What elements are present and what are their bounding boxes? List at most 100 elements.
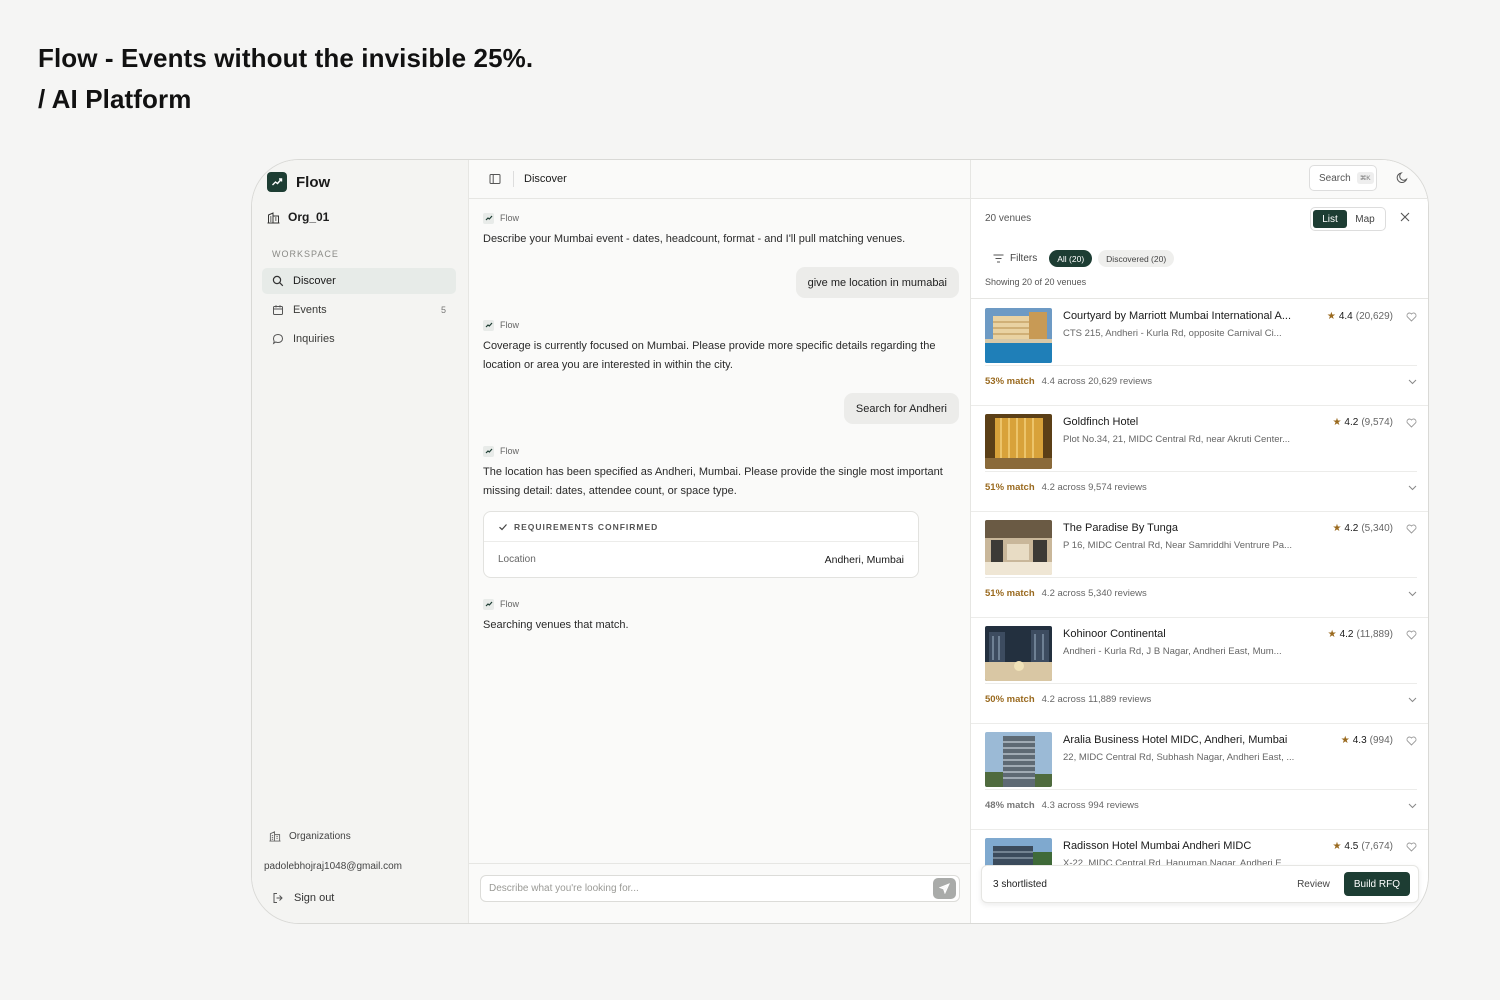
chevron-down-icon[interactable] (1408, 591, 1417, 597)
building-icon (267, 211, 280, 223)
message-text: Describe your Mumbai event - dates, head… (483, 233, 906, 245)
sidebar-item-inquiries[interactable]: Inquiries (262, 326, 456, 352)
user-bubble: Search for Andheri (843, 393, 959, 424)
venue-card[interactable]: Aralia Business Hotel MIDC, Andheri, Mum… (971, 724, 1428, 830)
review-count: (9,574) (1361, 417, 1393, 428)
venue-name: Kohinoor Continental (1063, 628, 1166, 640)
org-name: Org_01 (288, 210, 330, 224)
venue-name: Aralia Business Hotel MIDC, Andheri, Mum… (1063, 734, 1288, 746)
building-icon (269, 831, 281, 842)
venue-rating: ★ 4.2 (11,889) (1328, 629, 1393, 640)
build-rfq-button[interactable]: Build RFQ (1343, 872, 1410, 896)
heart-icon[interactable] (1406, 630, 1417, 640)
sender-name: Flow (500, 320, 520, 330)
chevron-down-icon[interactable] (1408, 697, 1417, 703)
venue-photo (985, 626, 1052, 681)
rating-value: 4.2 (1339, 629, 1354, 640)
filters-button[interactable]: Filters (993, 253, 1037, 264)
chip-discovered[interactable]: Discovered (20) (1098, 250, 1175, 267)
page-heading-subtitle: / AI Platform (38, 84, 192, 114)
organizations-link[interactable]: Organizations (269, 830, 351, 842)
heart-icon[interactable] (1406, 842, 1417, 852)
sender-name: Flow (500, 213, 520, 223)
flow-logo-icon (483, 598, 494, 610)
star-icon: ★ (1340, 735, 1350, 746)
org-switcher[interactable]: Org_01 (267, 210, 329, 224)
star-icon: ★ (1326, 311, 1336, 322)
results-panel: Search ⌘K 20 venues List Map Filters All… (971, 160, 1428, 923)
rating-value: 4.2 (1344, 523, 1359, 534)
chevron-down-icon[interactable] (1408, 485, 1417, 491)
venue-photo (985, 732, 1052, 787)
venue-photo (985, 520, 1052, 575)
review-count: (5,340) (1361, 523, 1393, 534)
send-button[interactable] (933, 878, 956, 899)
venue-photo (985, 308, 1052, 363)
page-title: Discover (524, 173, 567, 185)
user-bubble: give me location in mumabai (795, 267, 959, 298)
moon-icon[interactable] (1396, 171, 1409, 184)
venue-card[interactable]: Courtyard by Marriott Mumbai Internation… (971, 300, 1428, 406)
sign-out-button[interactable]: Sign out (272, 892, 334, 904)
chevron-down-icon[interactable] (1408, 803, 1417, 809)
match-score: 48% match (985, 800, 1035, 811)
sidebar-item-events[interactable]: Events 5 (262, 297, 456, 323)
topbar-divider (513, 171, 514, 187)
venue-rating: ★ 4.2 (9,574) (1332, 417, 1393, 428)
venue-address: Andheri - Kurla Rd, J B Nagar, Andheri E… (1063, 646, 1282, 657)
view-toggle: List Map (1310, 207, 1386, 231)
venue-address: CTS 215, Andheri - Kurla Rd, opposite Ca… (1063, 328, 1282, 339)
message-text: The location has been specified as Andhe… (483, 466, 943, 497)
rating-value: 4.2 (1344, 417, 1359, 428)
sidebar-item-discover[interactable]: Discover (262, 268, 456, 294)
section-label: WORKSPACE (272, 249, 339, 259)
filter-lines-icon (993, 254, 1004, 263)
sender-name: Flow (500, 446, 520, 456)
view-map-button[interactable]: Map (1347, 210, 1383, 228)
star-icon: ★ (1332, 841, 1342, 852)
chat-input[interactable] (489, 883, 933, 894)
heart-icon[interactable] (1406, 524, 1417, 534)
venue-card[interactable]: The Paradise By Tunga P 16, MIDC Central… (971, 512, 1428, 618)
heart-icon[interactable] (1406, 312, 1417, 322)
showing-count: Showing 20 of 20 venues (985, 277, 1087, 287)
filters-label: Filters (1010, 253, 1038, 264)
search-shortcut: ⌘K (1356, 172, 1374, 184)
message-text: Searching venues that match. (483, 619, 629, 631)
shortlist-count: 3 shortlisted (993, 878, 1047, 890)
venue-list: Courtyard by Marriott Mumbai Internation… (971, 300, 1428, 923)
rating-value: 4.3 (1352, 735, 1367, 746)
flow-logo-icon (483, 319, 494, 331)
results-header: 20 venues List Map Filters All (20) Disc… (971, 199, 1428, 299)
rating-value: 4.5 (1344, 841, 1359, 852)
chevron-down-icon[interactable] (1408, 379, 1417, 385)
venue-card[interactable]: Kohinoor Continental Andheri - Kurla Rd,… (971, 618, 1428, 724)
heart-icon[interactable] (1406, 418, 1417, 428)
venue-card[interactable]: Goldfinch Hotel Plot No.34, 21, MIDC Cen… (971, 406, 1428, 512)
global-search-button[interactable]: Search ⌘K (1309, 165, 1377, 191)
sidebar-nav: Discover Events 5 Inquiries (262, 268, 456, 355)
venue-rating: ★ 4.5 (7,674) (1332, 841, 1393, 852)
brand[interactable]: Flow (267, 172, 330, 192)
venue-name: Goldfinch Hotel (1063, 416, 1139, 428)
requirements-title: REQUIREMENTS CONFIRMED (514, 521, 659, 532)
review-count: (11,889) (1356, 629, 1393, 640)
bot-message: Flow The location has been specified as … (483, 443, 959, 578)
sidebar-toggle-icon[interactable] (489, 173, 501, 185)
send-icon (939, 883, 950, 894)
page-heading: Flow - Events without the invisible 25%.… (38, 38, 533, 120)
view-list-button[interactable]: List (1313, 210, 1347, 228)
match-score: 50% match (985, 694, 1035, 705)
shortlist-bar: 3 shortlisted Review Build RFQ (981, 865, 1419, 903)
venue-rating: ★ 4.3 (994) (1341, 735, 1393, 746)
flow-logo-icon (483, 212, 494, 224)
review-button[interactable]: Review (1297, 879, 1330, 890)
heart-icon[interactable] (1406, 736, 1417, 746)
match-score: 51% match (985, 482, 1035, 493)
venue-count: 20 venues (985, 213, 1032, 224)
chip-all[interactable]: All (20) (1049, 250, 1093, 267)
calendar-icon (273, 305, 283, 315)
review-count: (20,629) (1355, 311, 1393, 322)
close-icon[interactable] (1400, 212, 1410, 222)
results-topbar: Search ⌘K (971, 160, 1428, 199)
